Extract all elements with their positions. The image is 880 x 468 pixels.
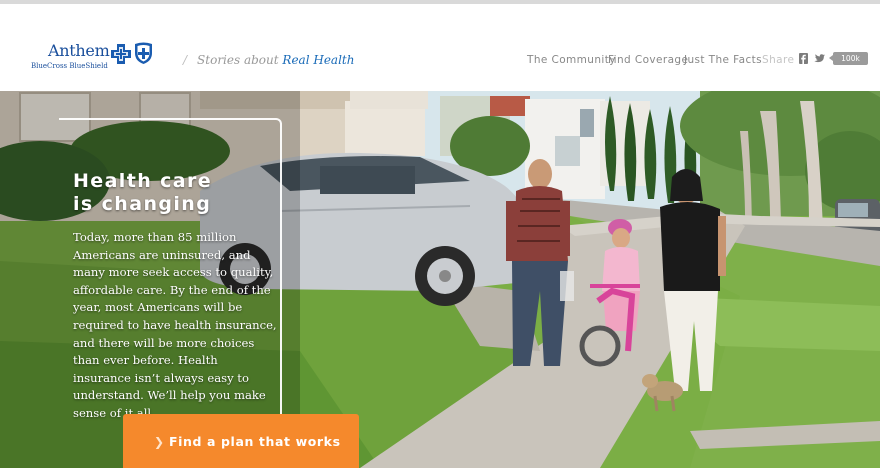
facebook-icon[interactable] [799,53,808,64]
chevron-right-icon: ❯ [154,435,165,449]
share-count-badge: 100k [829,52,868,65]
site-tagline: / Stories about Real Health [183,53,354,67]
anthem-logo[interactable]: Anthem. BlueCross BlueShield [30,41,155,73]
site-header: Anthem. BlueCross BlueShield / Stories ab… [0,4,880,91]
logo-subtitle: BlueCross BlueShield [31,62,108,70]
nav-the-community[interactable]: The Community [527,54,616,66]
find-plan-button[interactable]: ❯ Find a plan that works [123,414,359,468]
blue-cross-icon [111,44,131,64]
hero-headline: Health care is changing [73,170,273,216]
tagline-divider: / [183,53,188,67]
tagline-prefix: Stories about [197,53,279,67]
headline-line-2: is changing [73,193,212,215]
share-label: Share [762,54,795,66]
hero-body-text: Today, more than 85 million Americans ar… [73,230,277,420]
nav-just-the-facts[interactable]: Just The Facts [684,54,762,66]
nav-find-coverage[interactable]: Find Coverage [608,54,688,66]
twitter-icon[interactable] [814,54,825,64]
blue-shield-icon [135,42,152,64]
headline-line-1: Health care [73,170,213,192]
tagline-highlight: Real Health [282,53,355,67]
find-plan-button-label: Find a plan that works [169,434,341,449]
logo-wordmark: Anthem. [48,41,115,60]
